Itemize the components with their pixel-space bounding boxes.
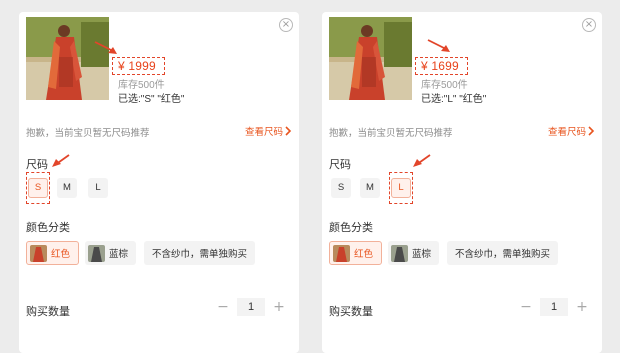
size-notice: 抱歉，当前宝贝暂无尺码推荐 xyxy=(26,128,150,139)
color-option-label: 不含纱巾，需单独购买 xyxy=(455,249,551,260)
sku-panel-right: × ¥ 1699 库存500件 已选:"L" "红色" 抱歉，当前宝贝暂无尺码推… xyxy=(322,12,602,353)
red-dress-swatch xyxy=(333,244,350,262)
view-size-link[interactable]: 查看尺码 xyxy=(548,124,595,138)
color-option-label: 红色 xyxy=(354,249,374,260)
size-option-l[interactable]: L xyxy=(391,178,411,198)
view-size-label: 查看尺码 xyxy=(244,127,283,138)
color-option-label: 红色 xyxy=(51,249,71,260)
red-arrow-icon xyxy=(94,41,117,54)
color-option-blue-brown[interactable]: 蓝棕 xyxy=(85,241,137,265)
close-icon[interactable]: × xyxy=(279,18,293,32)
sku-panel-left: × ¥ 1999 库存500件 已选:"S" "红色" 抱歉，当前宝贝暂无尺码推… xyxy=(19,12,299,353)
view-size-label: 查看尺码 xyxy=(547,127,586,138)
red-arrow-icon xyxy=(413,154,431,167)
stock-label: 库存500件 xyxy=(421,80,468,91)
plus-icon[interactable]: + xyxy=(570,299,594,315)
color-option-no-scarf[interactable]: 不含纱巾，需单独购买 xyxy=(144,241,256,265)
price-label: ¥ 1699 xyxy=(421,59,459,73)
red-arrow-icon xyxy=(427,39,450,52)
chevron-right-icon xyxy=(285,126,292,136)
view-size-link[interactable]: 查看尺码 xyxy=(245,124,292,138)
quantity-label: 购买数量 xyxy=(329,306,373,318)
quantity-stepper: − 1 + xyxy=(211,298,291,316)
red-dress-swatch xyxy=(30,244,47,262)
size-option-m[interactable]: M xyxy=(360,178,380,198)
product-thumbnail xyxy=(329,17,412,100)
size-notice: 抱歉，当前宝贝暂无尺码推荐 xyxy=(329,128,453,139)
chevron-right-icon xyxy=(588,126,595,136)
size-section-title: 尺码 xyxy=(329,159,351,171)
stock-label: 库存500件 xyxy=(118,80,165,91)
selected-summary: 已选:"L" "红色" xyxy=(421,94,487,105)
size-option-s[interactable]: S xyxy=(28,178,48,198)
color-option-label: 蓝棕 xyxy=(412,249,432,260)
price-label: ¥ 1999 xyxy=(118,59,156,73)
blue-brown-dress-swatch xyxy=(391,244,408,262)
quantity-value[interactable]: 1 xyxy=(237,298,265,316)
color-option-no-scarf[interactable]: 不含纱巾，需单独购买 xyxy=(447,241,559,265)
quantity-stepper: − 1 + xyxy=(514,298,594,316)
quantity-value[interactable]: 1 xyxy=(540,298,568,316)
size-option-m[interactable]: M xyxy=(57,178,77,198)
color-option-label: 不含纱巾，需单独购买 xyxy=(152,249,248,260)
color-section-title: 颜色分类 xyxy=(329,222,373,234)
minus-icon[interactable]: − xyxy=(211,299,235,315)
size-option-l[interactable]: L xyxy=(88,178,108,198)
size-option-s[interactable]: S xyxy=(331,178,351,198)
selected-summary: 已选:"S" "红色" xyxy=(118,94,185,105)
quantity-label: 购买数量 xyxy=(26,306,70,318)
product-thumbnail xyxy=(26,17,109,100)
color-section-title: 颜色分类 xyxy=(26,222,70,234)
color-option-blue-brown[interactable]: 蓝棕 xyxy=(388,241,440,265)
red-arrow-icon xyxy=(52,154,70,167)
color-option-label: 蓝棕 xyxy=(109,249,129,260)
color-option-red[interactable]: 红色 xyxy=(329,241,383,265)
plus-icon[interactable]: + xyxy=(267,299,291,315)
color-option-red[interactable]: 红色 xyxy=(26,241,80,265)
minus-icon[interactable]: − xyxy=(514,299,538,315)
close-icon[interactable]: × xyxy=(582,18,596,32)
size-section-title: 尺码 xyxy=(26,159,48,171)
blue-brown-dress-swatch xyxy=(88,244,105,262)
